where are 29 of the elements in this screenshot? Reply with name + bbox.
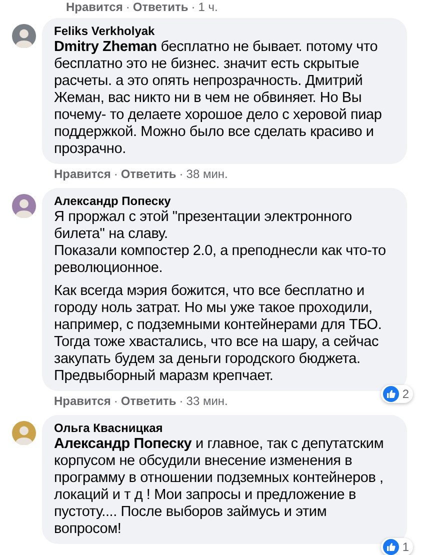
reply-link[interactable]: Ответить <box>120 167 176 182</box>
comment-time: 1 ч. <box>198 0 218 15</box>
separator-dot: · <box>179 167 184 182</box>
comment-text: Я проржал с этой "презентации электронного билета" на славу. Показали компостер 2.0, а преподнесли как что-то революционное. <box>54 209 387 277</box>
reply-link[interactable]: Ответить <box>120 394 176 409</box>
reaction-count[interactable]: 2 <box>381 385 413 403</box>
separator-dot: · <box>126 0 130 15</box>
like-link[interactable]: Нравится <box>66 0 123 15</box>
comment-time: 33 мин. <box>186 394 228 409</box>
separator-dot: · <box>114 394 118 409</box>
author-name[interactable]: Feliks Verkholyak <box>54 24 397 39</box>
avatar[interactable] <box>12 24 36 48</box>
avatar[interactable] <box>12 421 36 445</box>
reaction-count[interactable]: 1 <box>381 538 413 555</box>
comment-text: Александр Попеску и главное, так с депутатским корпусом не обсудили внесение изменения в программу в отношении подземных контейнеров , локаций и т д ! Мои запросы и предложение в пустоту.... После выборов займусь и этим вопросом! <box>54 436 385 538</box>
separator-dot: · <box>191 0 196 15</box>
comment-text: Dmitry Zheman бесплатно не бывает. потому что бесплатно это не бизнес. значит есть скрытые расчеты. а это опять непрозрачность. Дмитрий Жеман, вас никто ни в чем не обвиняет. Но Вы почему- то делаете хорошое дело с херовой пиар поддержкой. Можно было все сделать красиво и прозрачно. <box>54 39 383 158</box>
reply-link[interactable]: Ответить <box>132 0 188 15</box>
comment-text: Как всегда мэрия божится, что все бесплатно и городу ноль затрат. Но мы уже такое проходили, например, с подземными контейнерами для ТБО. Тогда тоже хвастались, что все на шару, а сейчас закупать будем за деньги городского бюджета. Предвыборный маразм крепчает. <box>54 283 383 385</box>
thumbs-up-icon <box>383 386 400 402</box>
comment-time: 38 мин. <box>186 167 228 182</box>
avatar[interactable] <box>12 194 36 218</box>
like-link[interactable]: Нравится <box>54 394 111 409</box>
thumbs-up-icon <box>383 539 400 555</box>
author-name[interactable]: Ольга Квасницкая <box>54 421 397 436</box>
separator-dot: · <box>114 167 118 182</box>
separator-dot: · <box>179 394 184 409</box>
like-link[interactable]: Нравится <box>54 167 111 182</box>
author-name[interactable]: Александр Попеску <box>54 194 397 209</box>
